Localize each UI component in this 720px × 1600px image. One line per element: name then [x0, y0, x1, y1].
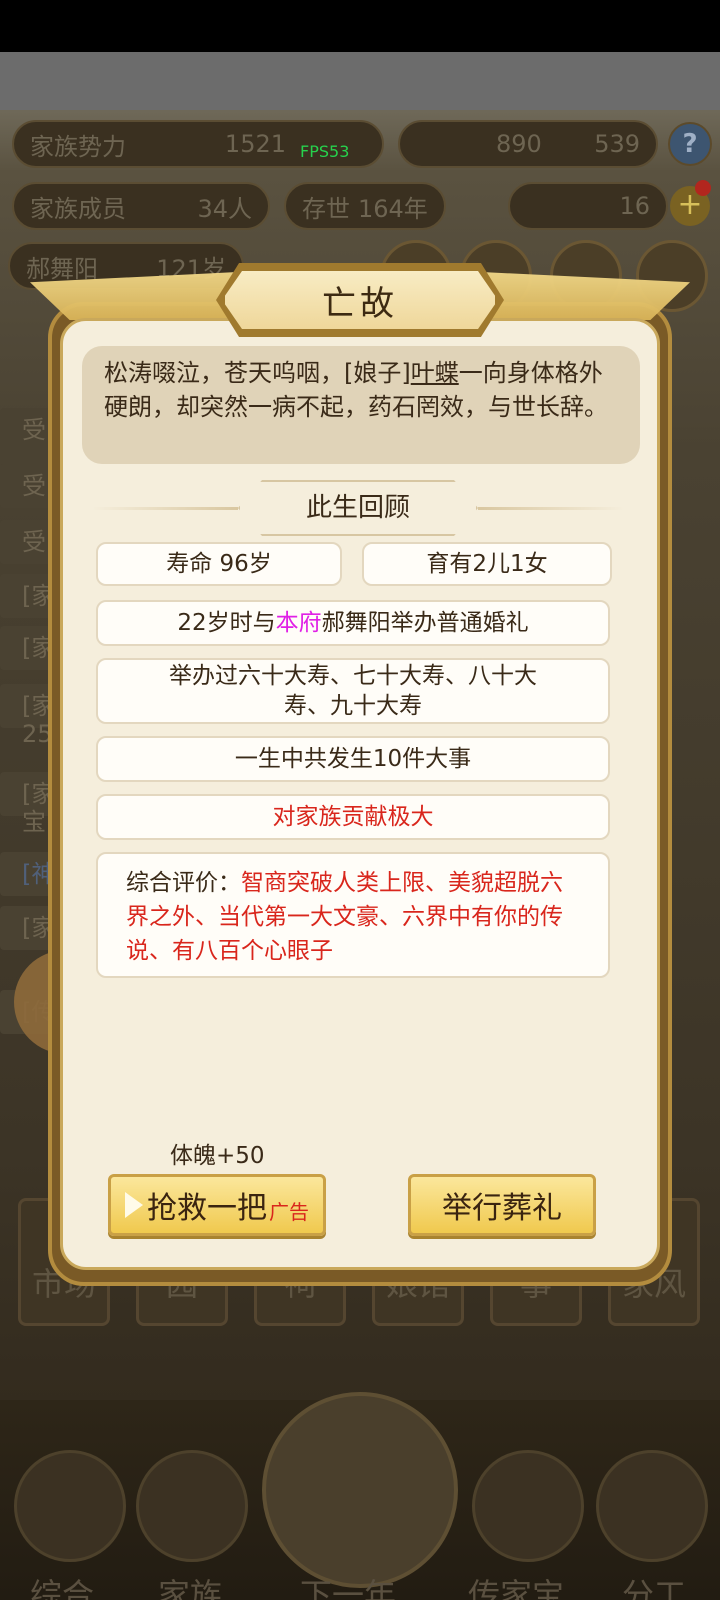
life-review-divider: 此生回顾: [92, 480, 624, 536]
marriage-card: 22岁时与本府郝舞阳举办普通婚礼: [96, 600, 610, 646]
ad-tag: 广告: [269, 1199, 309, 1224]
children: 育有2儿1女: [426, 551, 548, 577]
birthdays: 举办过六十大寿、七十大寿、八十大寿、九十大寿: [169, 663, 537, 719]
marriage-prefix: 22岁时与: [177, 610, 276, 636]
funeral-button[interactable]: 举行葬礼: [408, 1174, 596, 1236]
existence-label: 存世: [302, 194, 350, 223]
birthdays-card: 举办过六十大寿、七十大寿、八十大寿、九十大寿: [96, 658, 610, 724]
video-ad-icon: [125, 1192, 143, 1218]
help-icon[interactable]: ?: [668, 122, 712, 166]
lifespan: 寿命 96岁: [166, 551, 272, 577]
nav-assign[interactable]: 分工: [622, 1570, 686, 1600]
status-bar: [0, 0, 720, 52]
members-label: 家族成员: [30, 194, 126, 223]
clan-power-label: 家族势力: [30, 132, 126, 161]
nav-family[interactable]: 家族: [158, 1570, 222, 1600]
events-card: 一生中共发生10件大事: [96, 736, 610, 782]
eval-label: 综合评价：: [126, 870, 241, 896]
lifespan-card: 寿命 96岁: [96, 542, 342, 586]
deceased-name[interactable]: 叶蝶: [411, 359, 459, 387]
evaluation-card: 综合评价：智商突破人类上限、美貌超脱六界之外、当代第一大文豪、六界中有你的传说、…: [96, 852, 610, 978]
person-name: 郝舞阳: [26, 254, 98, 283]
next-year-icon[interactable]: [262, 1392, 458, 1588]
notification-dot: [695, 180, 711, 196]
nav-assign-icon[interactable]: [596, 1450, 708, 1562]
nav-overview-icon[interactable]: [14, 1450, 126, 1562]
gold-stat[interactable]: 16: [508, 182, 668, 230]
nav-overview[interactable]: 综合: [30, 1570, 94, 1600]
events: 一生中共发生10件大事: [234, 746, 472, 772]
marriage-suffix: 郝舞阳举办普通婚礼: [321, 610, 529, 636]
members-value: 34人: [197, 194, 252, 223]
clan-power-value: 1521: [224, 130, 286, 158]
rescue-button[interactable]: 抢救一把 广告: [108, 1174, 326, 1236]
marriage-highlight: 本府: [275, 610, 322, 636]
contribution-card: 对家族贡献极大: [96, 794, 610, 840]
currency-stat[interactable]: 890 539: [398, 120, 658, 168]
nav-heirloom-icon[interactable]: [472, 1450, 584, 1562]
silver-value: 890: [496, 130, 542, 158]
existence-stat[interactable]: 存世 164年: [284, 182, 446, 230]
funeral-label: 举行葬礼: [442, 1191, 562, 1226]
children-card: 育有2儿1女: [362, 542, 612, 586]
contribution: 对家族贡献极大: [272, 804, 434, 830]
top-band: [0, 52, 720, 110]
fps-counter: FPS53: [300, 142, 350, 161]
title-plate: 亡故: [222, 268, 498, 332]
death-description: 松涛啜泣，苍天呜咽，[娘子]叶蝶一向身体格外硬朗，却突然一病不起，药石罔效，与世…: [82, 346, 640, 464]
nav-next-year[interactable]: 下一年: [300, 1570, 396, 1600]
desc-part1: 松涛啜泣，苍天呜咽，[娘子]: [104, 359, 411, 387]
members-stat[interactable]: 家族成员 34人: [12, 182, 270, 230]
section-title: 此生回顾: [238, 480, 478, 536]
existence-value: 164年: [358, 194, 428, 223]
copper-value: 539: [594, 130, 640, 158]
rescue-label: 抢救一把: [147, 1191, 267, 1226]
reward-text: 体魄+50: [170, 1143, 265, 1169]
nav-family-icon[interactable]: [136, 1450, 248, 1562]
dialog-title: 亡故: [322, 283, 398, 324]
nav-heirloom[interactable]: 传家宝: [468, 1570, 564, 1600]
gold-value: 16: [619, 192, 650, 220]
